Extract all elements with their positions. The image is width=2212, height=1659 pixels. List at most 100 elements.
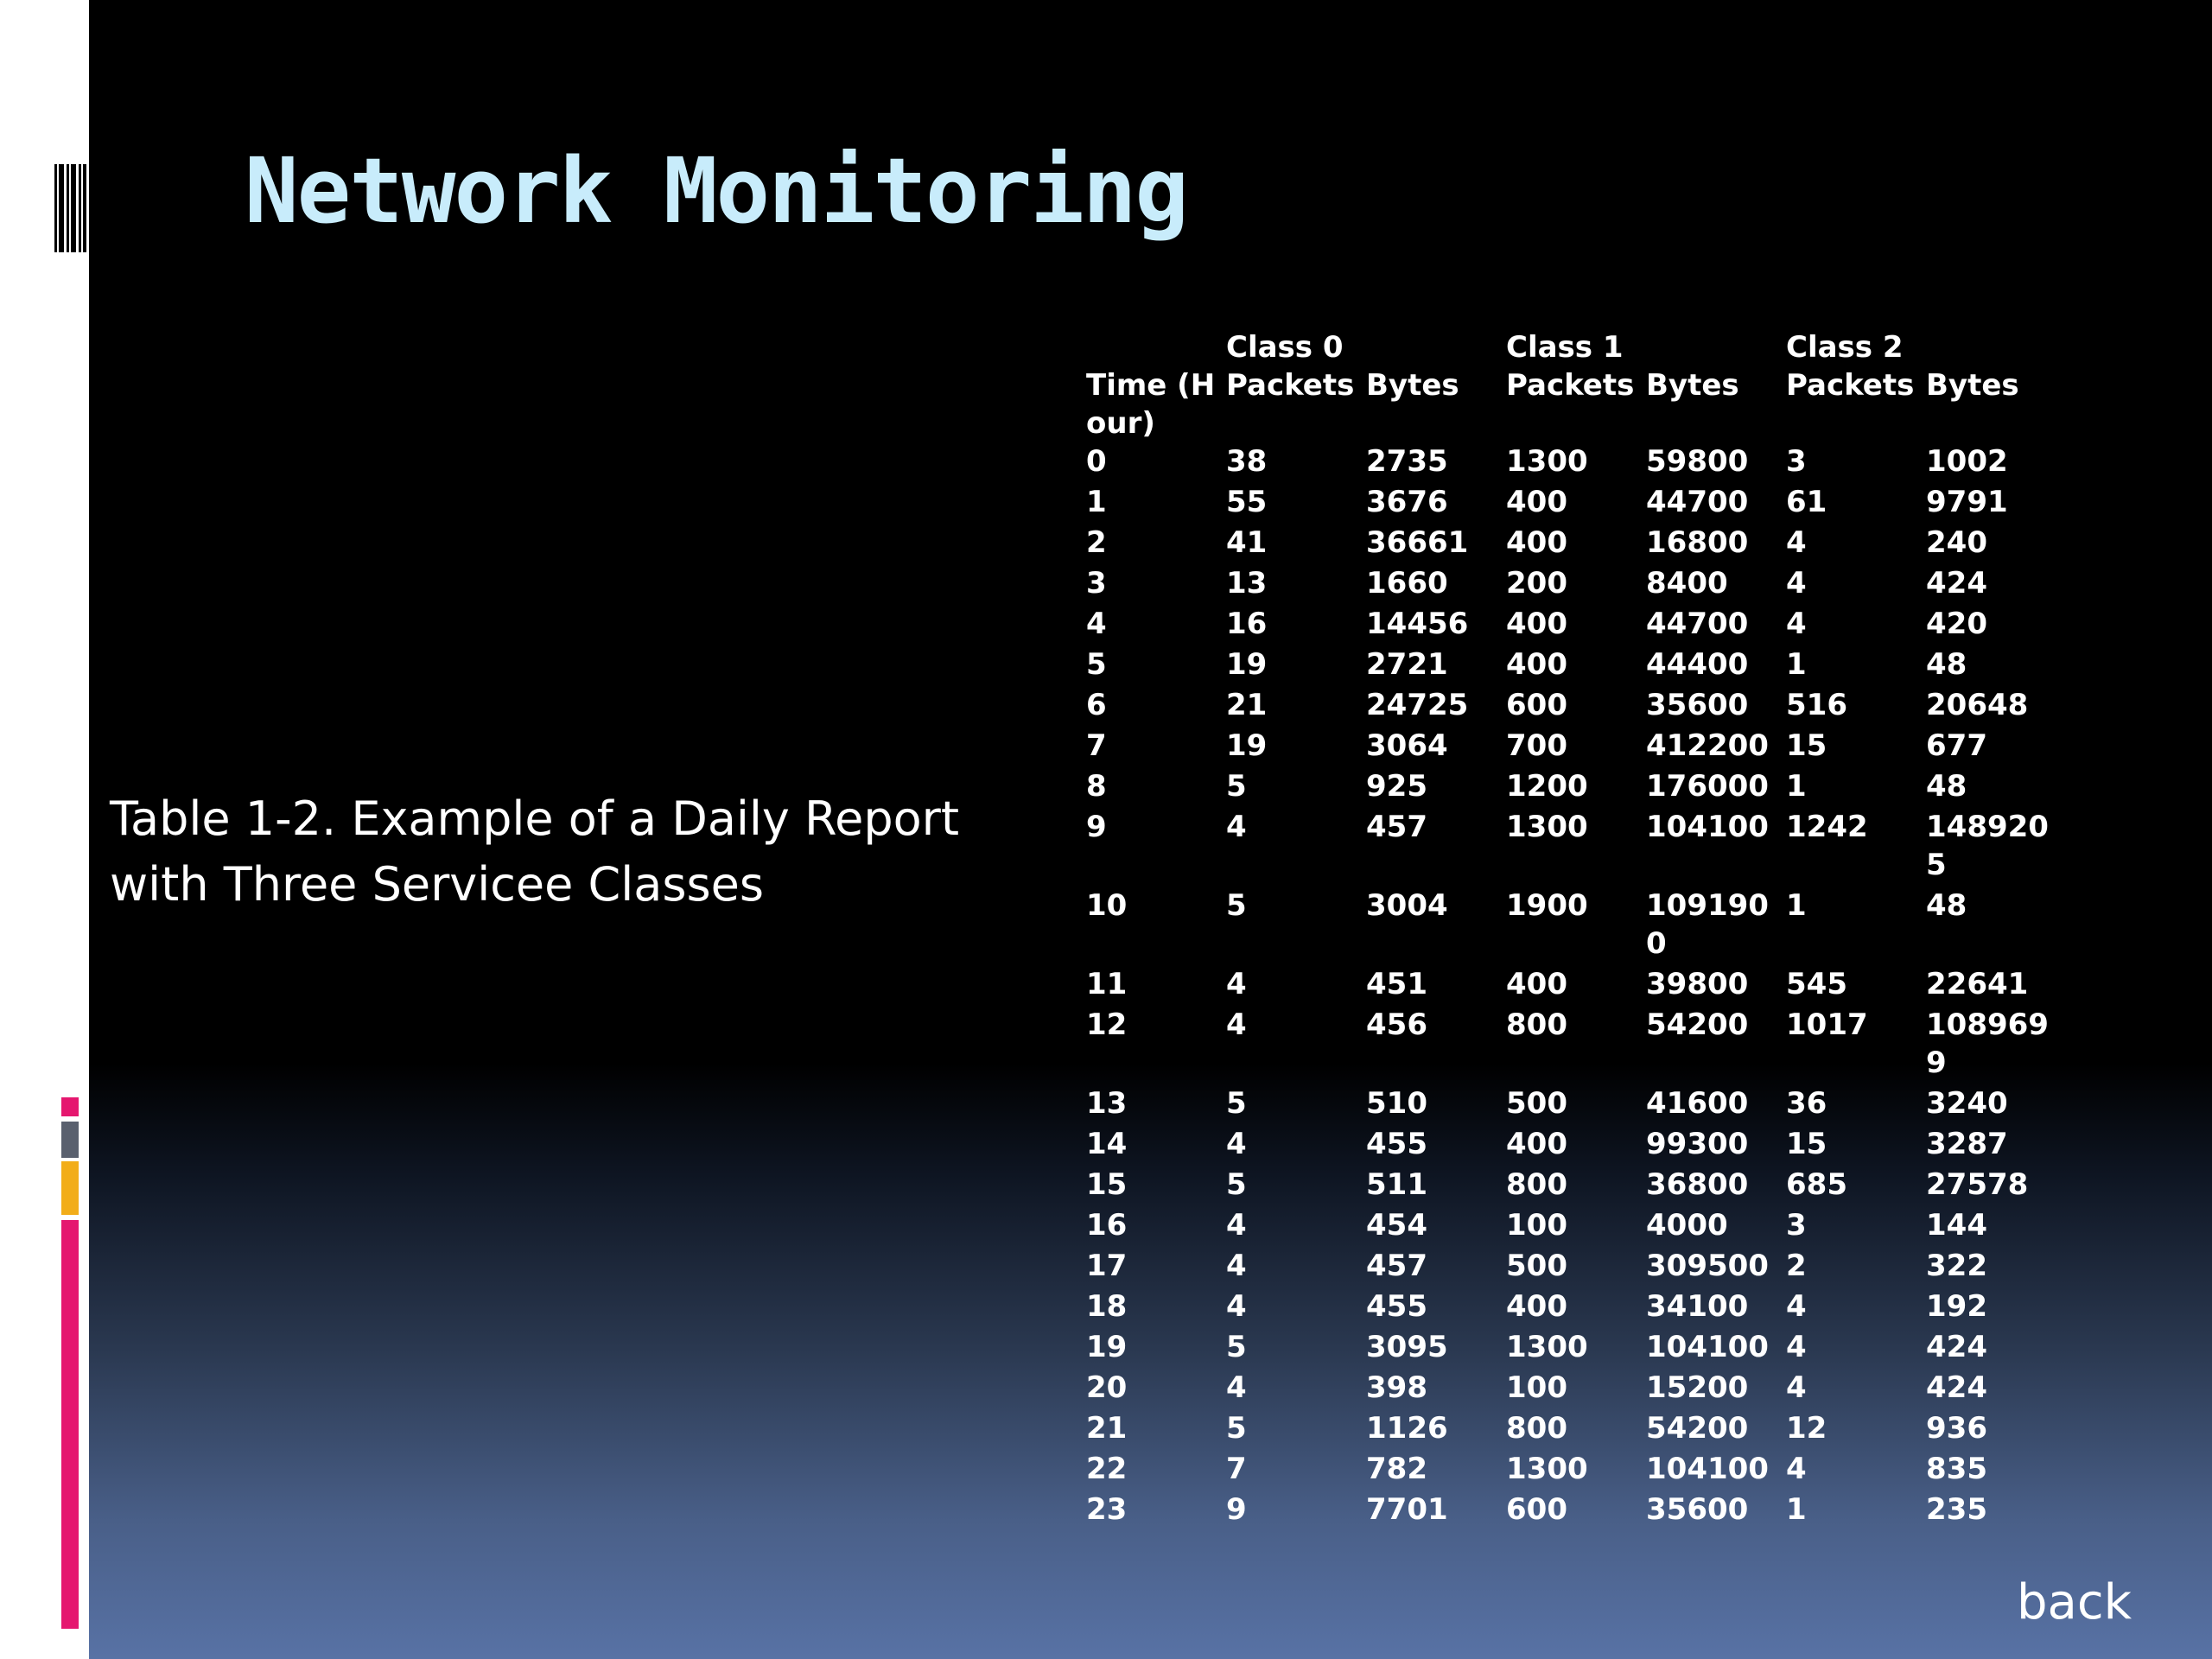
table-cell: 500 [1506,1249,1567,1283]
table-cell: 5 [1226,888,1247,923]
table-cell: 16 [1086,1208,1128,1243]
table-cell: 545 [1786,967,1847,1001]
table-cell: 1 [1786,888,1807,923]
table-cell: 2 [1086,525,1107,560]
table-cell: 398 [1366,1370,1427,1405]
table-row: 20 4 398 100 15200 4 424 [1080,1369,2060,1409]
table-row: 2 41 36661 400 16800 4 240 [1080,524,2060,564]
table-cell: 322 [1926,1249,1987,1283]
table-cell: 424 [1926,1370,1987,1405]
table-cell: 48 [1926,647,1967,682]
table-cell: 7 [1226,1452,1247,1486]
table-cell: 400 [1506,485,1567,519]
table-cell: 104100 [1646,1330,1769,1364]
table-cell: 39800 [1646,967,1749,1001]
table-cell: 457 [1366,1249,1427,1283]
back-link[interactable]: back [2017,1574,2132,1630]
class-group-header-row: Class 0 Class 1 Class 2 [1080,328,2060,366]
table-cell: 3 [1086,566,1107,601]
table-row: 12 4 456 800 54200 1017 1089699 [1080,1006,2060,1084]
table-row: 19 5 3095 1300 104100 4 424 [1080,1328,2060,1369]
table-cell: 1300 [1506,444,1588,479]
table-cell: 1089699 [1926,1007,2049,1080]
table-cell: 516 [1786,688,1847,722]
column-header-cell: Bytes [1366,368,1459,403]
table-cell: 99300 [1646,1127,1749,1161]
table-row: 14 4 455 400 99300 15 3287 [1080,1125,2060,1166]
table-cell: 104100 [1646,810,1769,844]
table-cell: 2 [1786,1249,1807,1283]
group-header-cell: Class 0 [1226,330,1344,365]
column-header-cell: Packets [1506,368,1635,403]
table-cell: 41600 [1646,1086,1749,1121]
table-cell: 19 [1086,1330,1128,1364]
table-cell: 1300 [1506,1330,1588,1364]
table-cell: 15 [1786,1127,1827,1161]
table-cell: 19 [1226,728,1268,763]
table-cell: 13 [1226,566,1268,601]
table-cell: 782 [1366,1452,1427,1486]
table-cell: 0 [1086,444,1107,479]
table-cell: 455 [1366,1289,1427,1324]
table-cell: 54200 [1646,1007,1749,1042]
table-cell: 8400 [1646,566,1728,601]
table-cell: 511 [1366,1167,1427,1202]
table-cell: 27578 [1926,1167,2029,1202]
table-cell: 400 [1506,1289,1567,1324]
table-cell: 1660 [1366,566,1448,601]
table-cell: 1300 [1506,810,1588,844]
table-row: 23 9 7701 600 35600 1 235 [1080,1491,2060,1531]
table-row: 8 5 925 1200 176000 1 48 [1080,767,2060,808]
table-cell: 600 [1506,1492,1567,1527]
accent-bar-orange [61,1161,79,1215]
table-cell: 35600 [1646,1492,1749,1527]
table-row: 10 5 3004 1900 1091900 1 48 [1080,887,2060,965]
table-row: 17 4 457 500 309500 2 322 [1080,1247,2060,1287]
table-cell: 36661 [1366,525,1469,560]
table-cell: 1091900 [1646,888,1769,961]
daily-report-table: Class 0 Class 1 Class 2 Time (Hour) Pack… [1080,328,2060,1531]
table-cell: 4 [1226,1208,1247,1243]
table-cell: 5 [1226,769,1247,804]
table-cell: 3095 [1366,1330,1448,1364]
table-cell: 7 [1086,728,1107,763]
table-cell: 2721 [1366,647,1448,682]
table-cell: 400 [1506,607,1567,641]
table-cell: 5 [1086,647,1107,682]
table-cell: 44400 [1646,647,1749,682]
table-cell: 5 [1226,1411,1247,1446]
table-cell: 200 [1506,566,1567,601]
table-cell: 5 [1226,1330,1247,1364]
table-cell: 22 [1086,1452,1128,1486]
table-cell: 144 [1926,1208,1987,1243]
table-cell: 15 [1086,1167,1128,1202]
table-cell: 400 [1506,525,1567,560]
table-cell: 13 [1086,1086,1128,1121]
table-cell: 5 [1226,1167,1247,1202]
table-cell: 21 [1226,688,1268,722]
table-cell: 455 [1366,1127,1427,1161]
table-cell: 835 [1926,1452,1987,1486]
table-cell: 800 [1506,1167,1567,1202]
table-row: 13 5 510 500 41600 36 3240 [1080,1084,2060,1125]
table-row: 15 5 511 800 36800 685 27578 [1080,1166,2060,1206]
table-cell: 10 [1086,888,1128,923]
table-row: 0 38 2735 1300 59800 3 1002 [1080,442,2060,483]
table-cell: 240 [1926,525,1987,560]
table-cell: 4 [1786,607,1807,641]
table-cell: 36 [1786,1086,1827,1121]
table-cell: 100 [1506,1370,1567,1405]
table-cell: 48 [1926,888,1967,923]
table-cell: 677 [1926,728,1987,763]
table-cell: 104100 [1646,1452,1769,1486]
table-cell: 400 [1506,647,1567,682]
table-cell: 24725 [1366,688,1469,722]
table-cell: 1489205 [1926,810,2049,882]
table-cell: 4 [1086,607,1107,641]
table-cell: 1017 [1786,1007,1868,1042]
table-cell: 1900 [1506,888,1588,923]
table-cell: 4 [1786,1289,1807,1324]
column-header-cell: Packets [1226,368,1355,403]
table-body: 0 38 2735 1300 59800 3 1002 1 55 3676 400 44700 61 97… [1080,442,2060,1531]
table-cell: 235 [1926,1492,1987,1527]
